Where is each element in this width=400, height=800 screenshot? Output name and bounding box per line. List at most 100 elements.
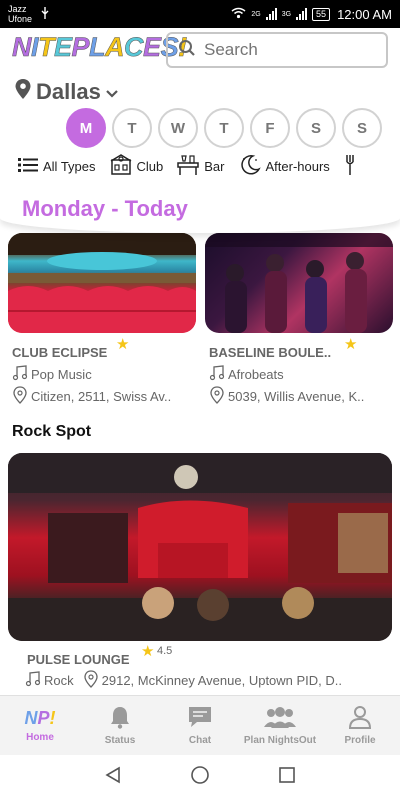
venue-genre-label: Pop Music [31,367,92,382]
recents-icon[interactable] [278,766,296,789]
venue-address-label: 5039, Willis Avenue, K.. [228,389,365,404]
type-bar-label: Bar [204,159,225,174]
system-navigation-bar [0,755,400,800]
star-icon: ★ [116,336,130,353]
location-pin-icon [12,386,28,407]
wifi-icon [231,7,246,22]
type-bar[interactable]: Bar [177,154,225,179]
list-icon [18,157,38,176]
nav-plan-nightsout[interactable]: Plan NightsOut [240,696,320,755]
logo-letter: N [12,32,32,63]
venue-name[interactable]: PULSE LOUNGE [27,652,130,667]
venue-genre-label: Rock [44,673,74,688]
niteplaces-logo[interactable]: NITEPLACES! [12,32,188,63]
venue-address: Citizen, 2511, Swiss Av.. [12,386,171,407]
day-friday[interactable]: F [250,108,290,148]
venue-image-pulse-lounge[interactable] [8,453,392,641]
carrier-1: Jazz [8,4,27,14]
clock: 12:00 AM [337,6,392,22]
section-title: Rock Spot [12,423,92,440]
logo-letter: L [89,32,106,63]
venue-genre: Afrobeats [209,365,284,384]
city-selector[interactable]: Dallas [14,78,119,106]
logo-letter: A [105,32,125,63]
club-icon [110,154,132,179]
bottom-navigation: NP! Home Status Chat Plan NightsOut Prof… [0,695,400,755]
fork-icon [344,154,358,179]
location-pin-icon [14,78,32,106]
day-tuesday[interactable]: T [112,108,152,148]
carrier-2: Ufone [8,14,33,24]
chevron-down-icon [105,79,119,105]
logo-letter: I [31,32,39,63]
type-club-label: Club [136,159,164,174]
star-icon: ★ [141,643,155,660]
selected-day-heading: Monday - Today [22,196,188,221]
day-saturday[interactable]: S [296,108,336,148]
nav-status-label: Status [104,735,136,746]
logo-letter: E [54,32,72,63]
nav-plan-label: Plan NightsOut [243,735,317,746]
bar-icon [177,154,200,179]
city-name: Dallas [36,79,101,104]
nav-profile[interactable]: Profile [320,696,400,755]
battery-indicator: 55 [312,7,331,21]
nav-chat[interactable]: Chat [160,696,240,755]
logo-letter: T [38,32,55,63]
nav-chat-label: Chat [188,735,212,746]
moon-icon [239,154,261,179]
location-pin-icon [83,670,99,691]
network-label-1: 2G [251,10,261,18]
logo-letter: C [124,32,144,63]
music-note-icon [12,365,28,384]
nav-status[interactable]: Status [80,696,160,755]
chat-icon [187,705,213,732]
venue-name[interactable]: BASELINE BOULE.. [209,345,331,360]
person-icon [348,705,372,732]
day-thursday[interactable]: T [204,108,244,148]
app-header: NITEPLACES! Dallas M T W T F S S All Typ… [0,28,400,233]
nav-profile-label: Profile [344,735,376,746]
logo-letter: E [143,32,161,63]
home-icon[interactable] [190,765,210,790]
np-logo-icon: NP! [24,708,56,728]
type-after-hours[interactable]: After-hours [239,154,330,179]
venue-address-label: Citizen, 2511, Swiss Av.. [31,389,172,404]
search-box[interactable] [166,32,388,68]
day-wednesday[interactable]: W [158,108,198,148]
nav-home-label: Home [26,732,54,743]
day-selector: M T W T F S S [66,108,382,148]
venue-list: CLUB ECLIPSE ★ Pop Music Citizen, 2511, … [0,233,400,693]
location-pin-icon [209,386,225,407]
venue-type-filter: All Types Club Bar After-hours [18,154,358,179]
network-label-2: 3G [281,10,292,18]
type-all[interactable]: All Types [18,157,96,176]
venue-name[interactable]: CLUB ECLIPSE [12,345,107,360]
venue-image-club-eclipse[interactable] [8,233,196,333]
venue-address: 5039, Willis Avenue, K.. [209,386,364,407]
type-club[interactable]: Club [110,154,164,179]
logo-letter: P [71,32,90,63]
venue-genre-label: Afrobeats [228,367,284,382]
signal-icon-1 [265,8,277,20]
nav-home[interactable]: NP! Home [0,696,80,755]
venue-rating: 4.5 [157,645,173,657]
type-after-hours-label: After-hours [265,159,330,174]
group-icon [263,705,297,732]
signal-icon-2 [296,8,308,20]
venue-genre: Pop Music [12,365,92,384]
type-all-label: All Types [43,159,96,174]
search-icon [178,39,196,62]
venue-address-label: 2912, McKinney Avenue, Uptown PID, D.. [101,673,343,688]
bell-icon [109,705,131,732]
status-bar: Jazz Ufone 2G 3G 55 12:00 AM [0,0,400,28]
venue-details: Rock 2912, McKinney Avenue, Uptown PID, … [25,670,342,691]
day-sunday[interactable]: S [342,108,382,148]
search-input[interactable] [204,40,374,60]
back-icon[interactable] [104,766,122,789]
venue-image-baseline-boulevard[interactable] [205,233,393,333]
day-monday[interactable]: M [66,108,106,148]
star-icon: ★ [344,336,358,353]
carrier-names: Jazz Ufone [8,4,38,24]
type-restaurant[interactable] [344,154,358,179]
